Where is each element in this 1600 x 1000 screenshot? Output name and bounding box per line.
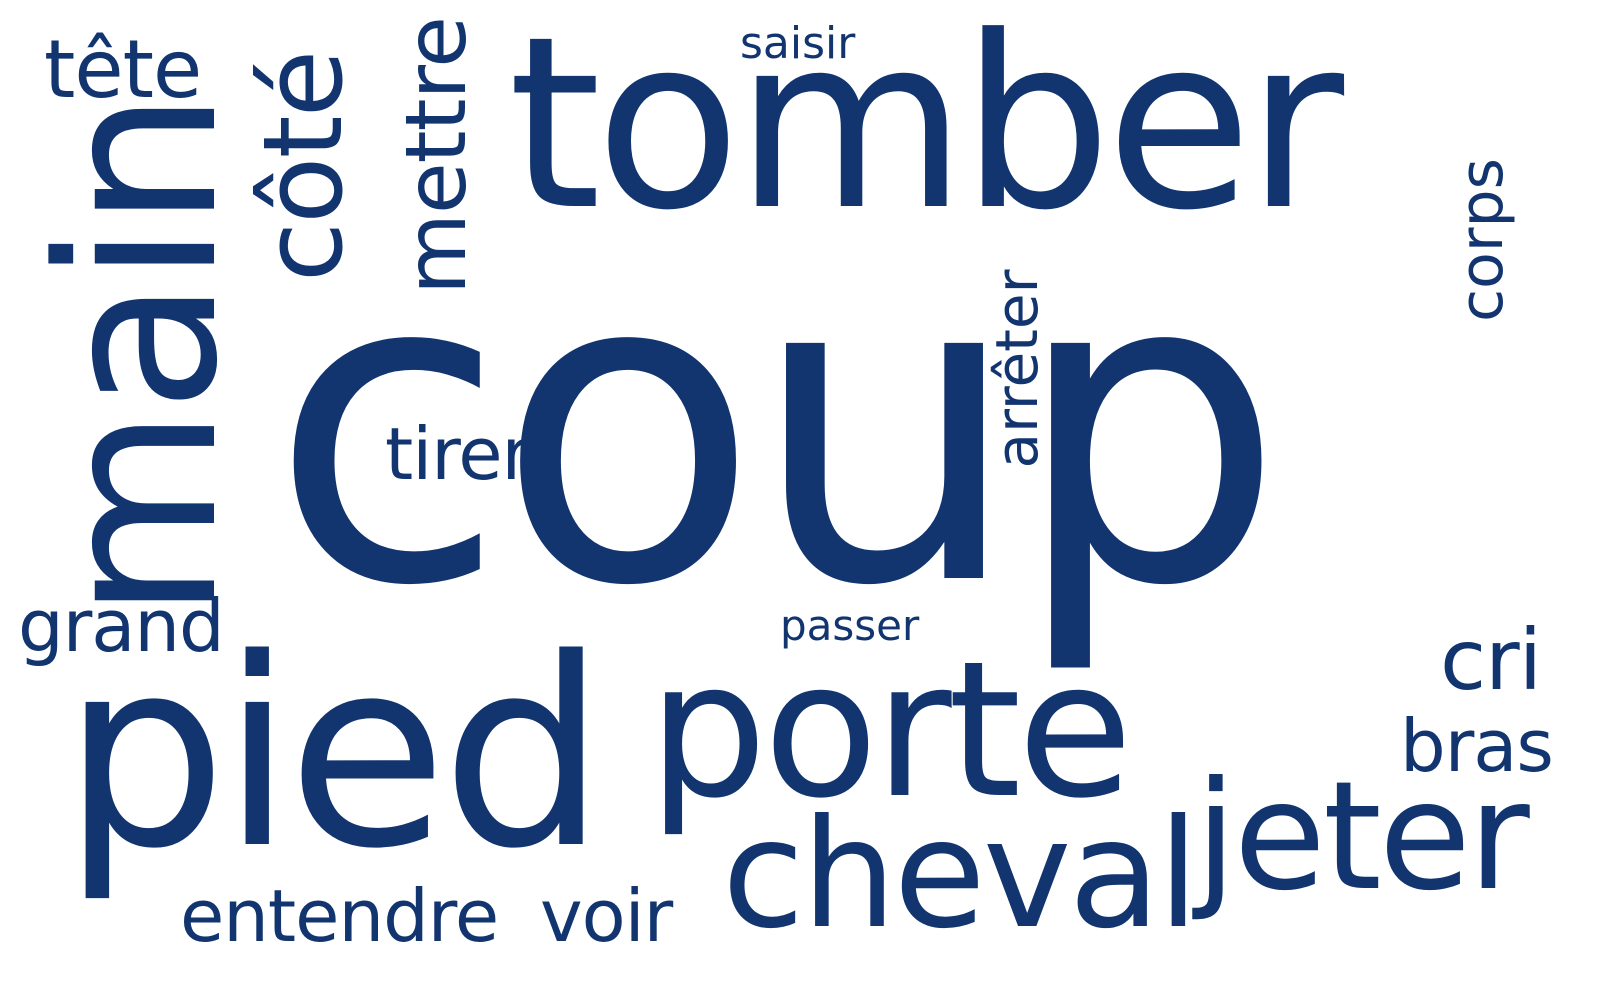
word-cheval: cheval (722, 788, 1199, 962)
word-passer: passer (780, 601, 920, 650)
word-voir: voir (540, 874, 673, 958)
word-arreter: arrêter (983, 269, 1051, 469)
word-entendre: entendre (180, 874, 499, 958)
word-cote: côté (239, 51, 367, 283)
word-cri: cri (1440, 611, 1542, 709)
word-cloud: coup tomber pied porte main cheval jeter… (0, 0, 1600, 1000)
word-tomber: tomber (508, 0, 1344, 263)
word-tete: tête (44, 23, 202, 116)
word-grand: grand (18, 584, 225, 668)
word-tirer: tirer (385, 412, 531, 496)
word-corps: corps (1447, 158, 1517, 322)
word-bras: bras (1400, 704, 1554, 788)
word-main: main (13, 95, 266, 620)
word-saisir: saisir (740, 18, 856, 69)
word-mettre: mettre (387, 17, 485, 295)
